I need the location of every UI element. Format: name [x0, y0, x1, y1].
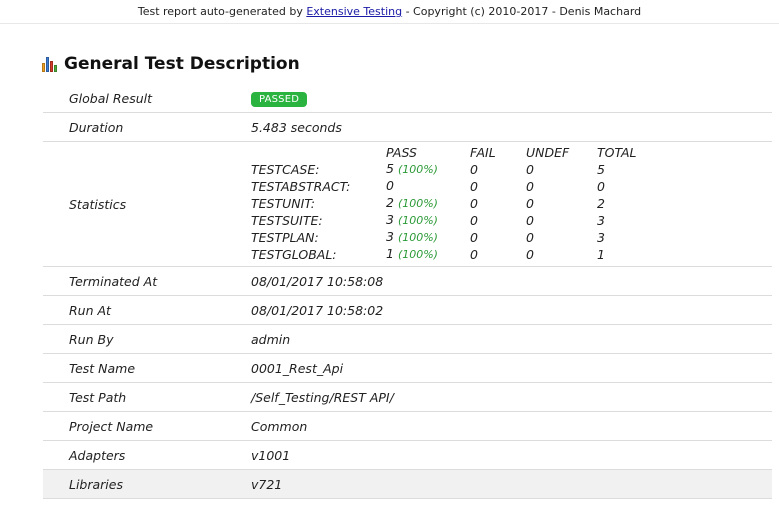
statistics-label: Statistics	[43, 141, 251, 267]
row-run-at: Run At 08/01/2017 10:58:02	[43, 295, 772, 325]
stats-pass: 0	[386, 178, 394, 193]
stats-header-total: TOTAL	[597, 145, 637, 160]
global-result-label: Global Result	[43, 84, 251, 113]
statistics-table: PASS FAIL UNDEF TOTAL TESTCASE: 5 (100%)…	[251, 145, 657, 263]
run-at-label: Run At	[43, 295, 251, 325]
bar-chart-icon	[42, 56, 59, 72]
stats-name: TESTUNIT:	[251, 195, 315, 211]
row-run-by: Run By admin	[43, 324, 772, 354]
stats-pass: 3	[386, 212, 394, 227]
stats-fail: 0	[470, 178, 478, 194]
stats-undef: 0	[526, 212, 534, 228]
project-name-value: Common	[251, 411, 772, 441]
row-test-name: Test Name 0001_Rest_Api	[43, 353, 772, 383]
row-terminated-at: Terminated At 08/01/2017 10:58:08	[43, 266, 772, 296]
stats-fail: 0	[470, 195, 478, 211]
extensive-testing-link[interactable]: Extensive Testing	[306, 5, 402, 18]
header-suffix: - Copyright (c) 2010-2017 - Denis Machar…	[402, 5, 642, 18]
duration-label: Duration	[43, 112, 251, 142]
duration-value: 5.483 seconds	[251, 112, 772, 142]
stats-total: 3	[597, 212, 605, 228]
row-project-name: Project Name Common	[43, 411, 772, 441]
stats-fail: 0	[470, 229, 478, 245]
stats-row: TESTCASE: 5 (100%) 0 0 5	[251, 161, 657, 178]
stats-pass-percent: (100%)	[397, 214, 438, 227]
stats-fail: 0	[470, 246, 478, 262]
stats-name: TESTCASE:	[251, 161, 320, 177]
stats-name: TESTABSTRACT:	[251, 178, 351, 194]
stats-row: TESTPLAN: 3 (100%) 0 0 3	[251, 229, 657, 246]
stats-undef: 0	[526, 246, 534, 262]
stats-header-fail: FAIL	[470, 145, 496, 160]
stats-header-undef: UNDEF	[526, 145, 570, 160]
stats-row: TESTGLOBAL: 1 (100%) 0 0 1	[251, 246, 657, 263]
libraries-value: v721	[251, 469, 772, 499]
terminated-at-label: Terminated At	[43, 266, 251, 296]
stats-pass-percent: (100%)	[397, 163, 438, 176]
stats-total: 1	[597, 246, 605, 262]
status-badge: PASSED	[251, 91, 308, 107]
stats-pass: 1	[386, 246, 394, 261]
stats-undef: 0	[526, 178, 534, 194]
run-by-value: admin	[251, 324, 772, 354]
report-header: Test report auto-generated by Extensive …	[0, 0, 779, 24]
stats-header-pass: PASS	[386, 145, 417, 160]
run-at-value: 08/01/2017 10:58:02	[251, 295, 772, 325]
test-name-label: Test Name	[43, 353, 251, 383]
adapters-label: Adapters	[43, 440, 251, 470]
stats-pass-percent: (100%)	[397, 197, 438, 210]
stats-name: TESTSUITE:	[251, 212, 323, 228]
section-title: General Test Description	[64, 54, 300, 74]
stats-pass: 2	[386, 195, 394, 210]
stats-pass: 3	[386, 229, 394, 244]
libraries-label: Libraries	[43, 469, 251, 499]
header-prefix: Test report auto-generated by	[137, 5, 307, 18]
terminated-at-value: 08/01/2017 10:58:08	[251, 266, 772, 296]
project-name-label: Project Name	[43, 411, 251, 441]
test-name-value: 0001_Rest_Api	[251, 353, 772, 383]
run-by-label: Run By	[43, 324, 251, 354]
stats-name: TESTGLOBAL:	[251, 246, 337, 262]
row-statistics: Statistics PASS FAIL UNDEF TOTAL TESTCAS…	[43, 141, 772, 267]
row-test-path: Test Path /Self_Testing/REST API/	[43, 382, 772, 412]
adapters-value: v1001	[251, 440, 772, 470]
row-libraries: Libraries v721	[43, 469, 772, 499]
row-duration: Duration 5.483 seconds	[43, 112, 772, 142]
stats-row: TESTUNIT: 2 (100%) 0 0 2	[251, 195, 657, 212]
stats-undef: 0	[526, 229, 534, 245]
stats-undef: 0	[526, 161, 534, 177]
stats-total: 5	[597, 161, 605, 177]
test-path-value: /Self_Testing/REST API/	[251, 382, 772, 412]
row-global-result: Global Result PASSED	[43, 84, 772, 113]
row-adapters: Adapters v1001	[43, 440, 772, 470]
stats-total: 2	[597, 195, 605, 211]
stats-row: TESTSUITE: 3 (100%) 0 0 3	[251, 212, 657, 229]
stats-row: TESTABSTRACT: 0 0 0 0	[251, 178, 657, 195]
test-path-label: Test Path	[43, 382, 251, 412]
stats-header-row: PASS FAIL UNDEF TOTAL	[251, 145, 657, 161]
stats-total: 3	[597, 229, 605, 245]
stats-total: 0	[597, 178, 605, 194]
stats-pass-percent: (100%)	[397, 248, 438, 261]
stats-fail: 0	[470, 212, 478, 228]
stats-name: TESTPLAN:	[251, 229, 319, 245]
section-heading: General Test Description	[42, 52, 300, 76]
stats-fail: 0	[470, 161, 478, 177]
stats-pass-percent: (100%)	[397, 231, 438, 244]
stats-pass: 5	[386, 161, 394, 176]
stats-undef: 0	[526, 195, 534, 211]
description-table: Global Result PASSED Duration 5.483 seco…	[43, 84, 772, 499]
